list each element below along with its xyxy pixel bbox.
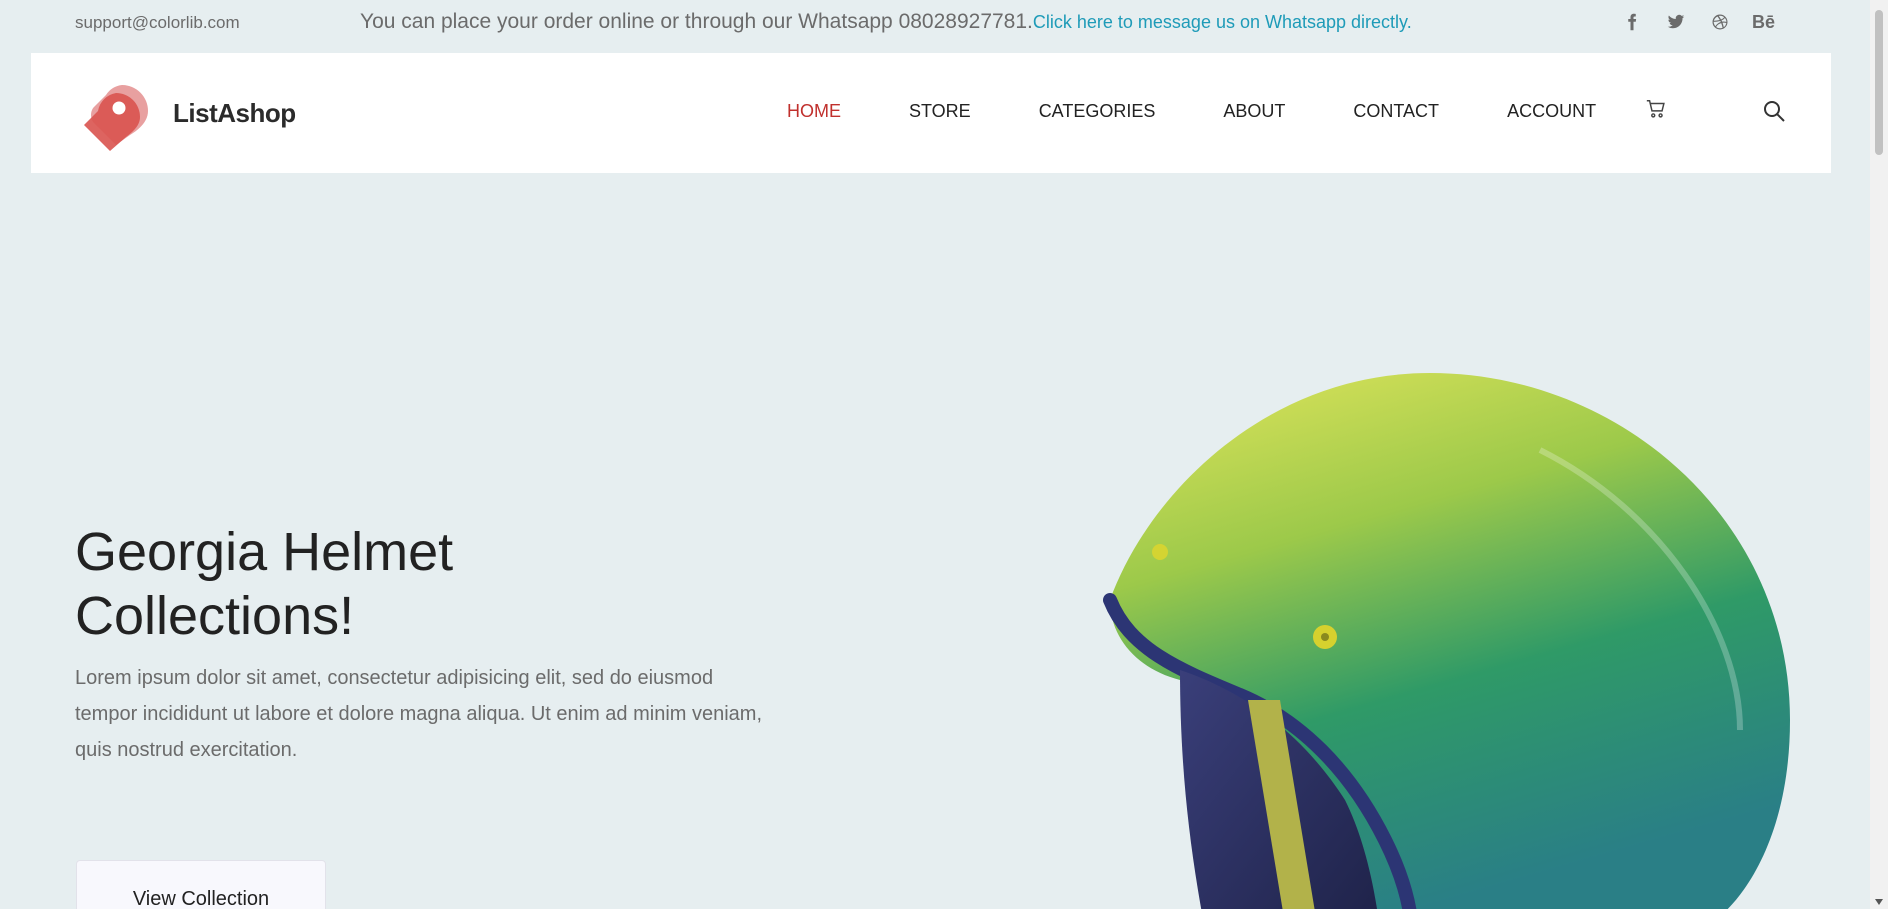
nav-contact[interactable]: CONTACT [1353,101,1439,122]
nav-home[interactable]: HOME [787,101,841,122]
nav-account[interactable]: ACCOUNT [1507,101,1596,122]
page: support@colorlib.com You can place your … [0,0,1888,909]
nav-about[interactable]: ABOUT [1223,101,1285,122]
order-notice-text: You can place your order online or throu… [360,10,1033,33]
view-collection-button[interactable]: View Collection [76,860,326,909]
twitter-icon[interactable] [1664,10,1688,34]
helmet-image [1103,373,1790,909]
hero-description: Lorem ipsum dolor sit amet, consectetur … [75,667,763,761]
hero-title: Georgia Helmet Collections! [75,522,454,646]
cart-icon[interactable] [1645,98,1667,120]
dribbble-icon[interactable] [1708,10,1732,34]
search-icon[interactable] [1762,99,1786,123]
behance-icon[interactable]: Bē [1752,10,1775,34]
top-bar: support@colorlib.com You can place your … [0,0,1870,44]
page-scrollbar[interactable] [1870,0,1888,909]
order-notice: You can place your order online or throu… [360,10,1412,34]
nav-store[interactable]: STORE [909,101,971,122]
nav-categories[interactable]: CATEGORIES [1039,101,1156,122]
facebook-icon[interactable] [1620,10,1644,34]
brand-name[interactable]: ListAshop [173,98,296,129]
whatsapp-link[interactable]: Click here to message us on Whatsapp dir… [1033,12,1412,32]
main-header: ListAshop HOME STORE CATEGORIES ABOUT CO… [31,53,1831,173]
listashop-logo-icon[interactable] [76,75,156,155]
social-links: Bē [1620,10,1775,34]
scrollbar-thumb[interactable] [1875,10,1883,155]
main-nav: HOME STORE CATEGORIES ABOUT CONTACT ACCO… [787,101,1664,122]
scroll-down-arrow-icon[interactable] [1875,899,1883,905]
support-email[interactable]: support@colorlib.com [75,13,240,33]
